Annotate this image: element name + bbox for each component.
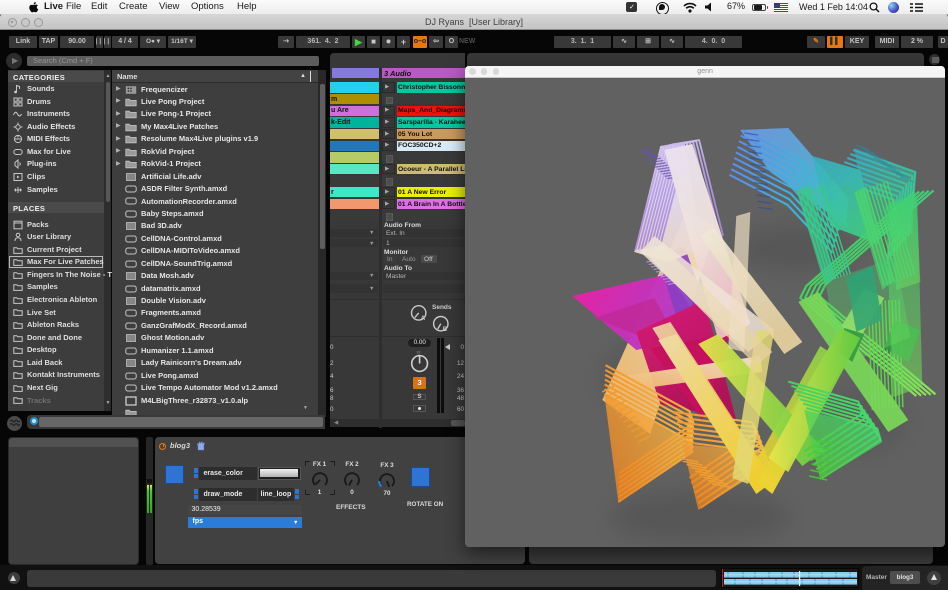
svg-text:A: A [421,316,426,322]
svg-text:B: B [443,327,448,333]
svg-text:Sends: Sends [432,304,452,311]
